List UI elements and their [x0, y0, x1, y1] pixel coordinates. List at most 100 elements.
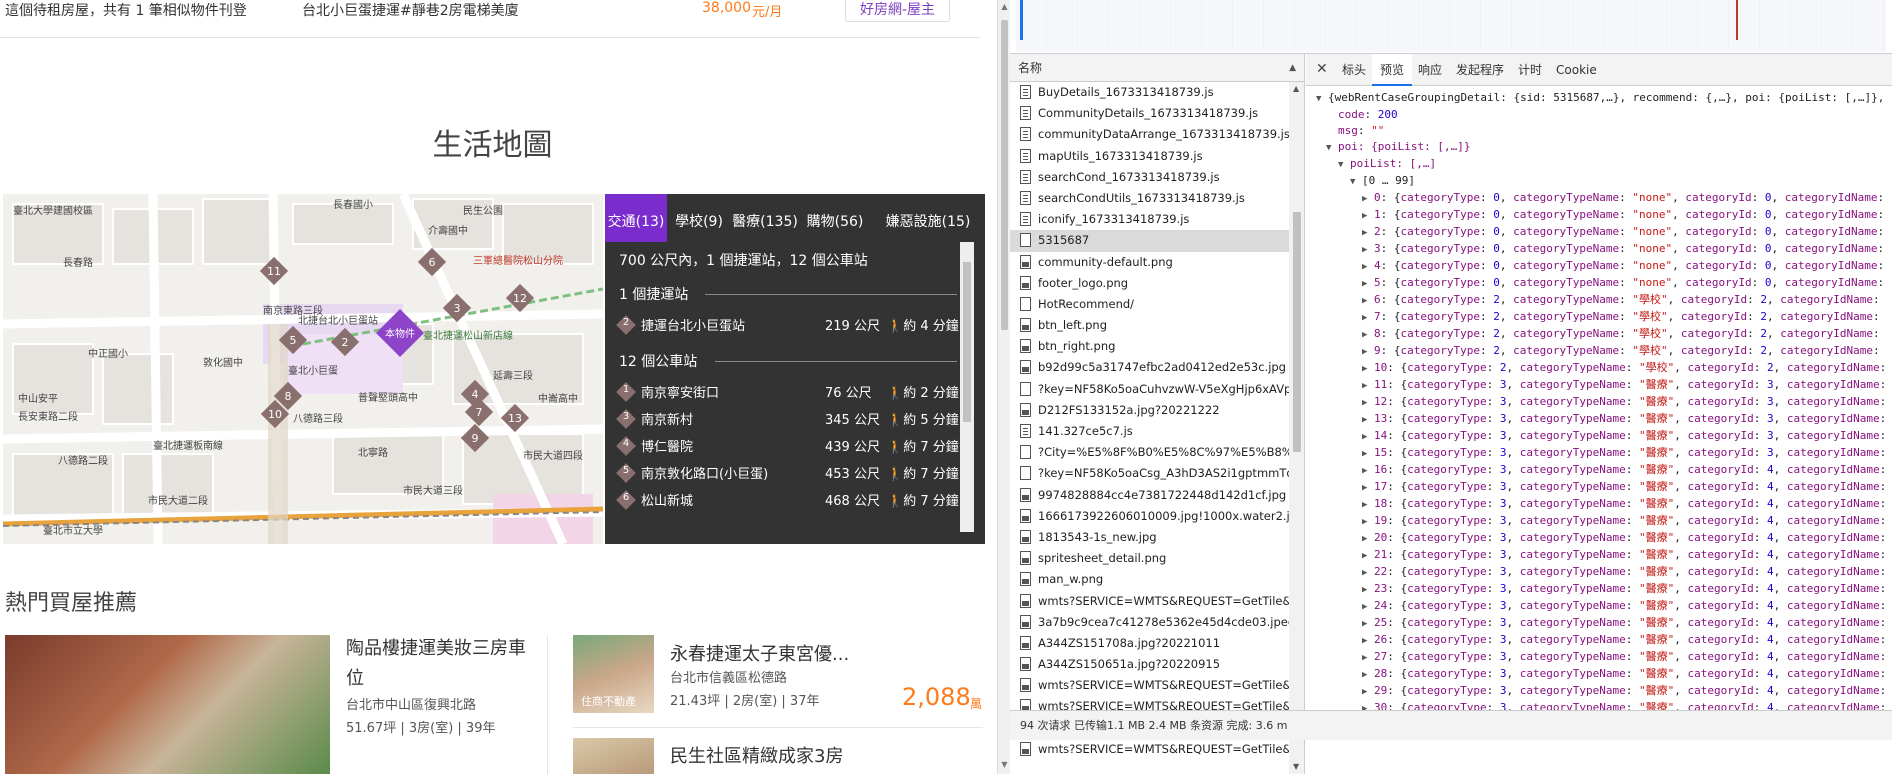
- json-item-line[interactable]: ▶ 14: {categoryType: 3, categoryTypeName…: [1306, 428, 1892, 445]
- json-item-line[interactable]: ▶ 0: {categoryType: 0, categoryTypeName:…: [1306, 190, 1892, 207]
- tab-shopping[interactable]: 購物(56): [805, 194, 865, 242]
- json-item-line[interactable]: ▶ 28: {categoryType: 3, categoryTypeName…: [1306, 666, 1892, 683]
- scroll-down-arrow-icon[interactable]: ▼: [1000, 760, 1009, 770]
- tab-nuisance[interactable]: 嫌惡設施(15): [871, 194, 985, 242]
- sort-up-icon[interactable]: ▲: [1289, 54, 1296, 82]
- json-item-line[interactable]: ▶ 18: {categoryType: 3, categoryTypeName…: [1306, 496, 1892, 513]
- tab-headers[interactable]: 标头: [1334, 54, 1374, 86]
- scroll-up-arrow-icon[interactable]: ▲: [1293, 84, 1299, 93]
- request-list-scrollbar[interactable]: ▲ ▼: [1289, 82, 1304, 774]
- json-item-line[interactable]: ▶ 4: {categoryType: 0, categoryTypeName:…: [1306, 258, 1892, 275]
- json-item-line[interactable]: ▶ 1: {categoryType: 0, categoryTypeName:…: [1306, 207, 1892, 224]
- request-row[interactable]: ?City=%E5%8F%B0%E5%8C%97%E5%B8%82&F: [1010, 442, 1304, 463]
- scrollbar-thumb[interactable]: [1293, 212, 1301, 452]
- request-row[interactable]: mapUtils_1673313418739.js: [1010, 146, 1304, 167]
- request-row[interactable]: footer_logo.png: [1010, 273, 1304, 294]
- card3-title[interactable]: 民生社區精緻成家3房: [670, 742, 843, 768]
- json-item-line[interactable]: ▶ 21: {categoryType: 3, categoryTypeName…: [1306, 547, 1892, 564]
- request-row[interactable]: 3a7b9c9cea7c41278e5362e45d4cde03.jpeg: [1010, 612, 1304, 633]
- json-item-line[interactable]: ▶ 29: {categoryType: 3, categoryTypeName…: [1306, 683, 1892, 700]
- request-row[interactable]: btn_right.png: [1010, 336, 1304, 357]
- request-row[interactable]: ?key=NF58Ko5oaCuhvzwW-V5eXgHjp6xAVpmT: [1010, 379, 1304, 400]
- tab-timing[interactable]: 计时: [1510, 54, 1550, 86]
- json-item-line[interactable]: ▶ 3: {categoryType: 0, categoryTypeName:…: [1306, 241, 1892, 258]
- request-row[interactable]: man_w.png: [1010, 569, 1304, 590]
- json-item-line[interactable]: ▶ 17: {categoryType: 3, categoryTypeName…: [1306, 479, 1892, 496]
- poi-row[interactable]: 4 博仁醫院 439 公尺 🚶約 7 分鐘: [616, 435, 959, 461]
- request-row[interactable]: spritesheet_detail.png: [1010, 548, 1304, 569]
- card2-title[interactable]: 永春捷運太子東宮優...: [670, 640, 849, 666]
- request-row[interactable]: 1666173922606010009.jpg!1000x.water2.jpg: [1010, 506, 1304, 527]
- request-row[interactable]: HotRecommend/: [1010, 294, 1304, 315]
- poi-row[interactable]: 3 南京新村 345 公尺 🚶約 5 分鐘: [616, 408, 959, 434]
- request-row[interactable]: searchCondUtils_1673313418739.js: [1010, 188, 1304, 209]
- poi-row[interactable]: 1 南京寧安街口 76 公尺 🚶約 2 分鐘: [616, 381, 959, 407]
- json-line[interactable]: ▼ poiList: [,…]: [1306, 156, 1892, 173]
- poi-row[interactable]: 5 南京敦化路口(小巨蛋) 453 公尺 🚶約 7 分鐘: [616, 462, 959, 488]
- request-row[interactable]: A344ZS151708a.jpg?20221011: [1010, 633, 1304, 654]
- json-item-line[interactable]: ▶ 26: {categoryType: 3, categoryTypeName…: [1306, 632, 1892, 649]
- request-row[interactable]: btn_left.png: [1010, 315, 1304, 336]
- json-item-line[interactable]: ▶ 9: {categoryType: 2, categoryTypeName:…: [1306, 343, 1892, 360]
- request-row[interactable]: 1813543-1s_new.jpg: [1010, 527, 1304, 548]
- close-icon[interactable]: ✕: [1316, 61, 1328, 77]
- request-list-header[interactable]: 名称 ▲: [1010, 54, 1304, 82]
- listing-title[interactable]: 台北小巨蛋捷運#靜巷2房電梯美廈: [302, 0, 519, 20]
- scroll-up-arrow-icon[interactable]: ▲: [1000, 2, 1009, 12]
- poi-row[interactable]: 6 松山新城 468 公尺 🚶約 7 分鐘: [616, 489, 959, 515]
- card1-title[interactable]: 陶品樓捷運美妝三房車位: [346, 634, 536, 694]
- request-row[interactable]: wmts?SERVICE=WMTS&REQUEST=GetTile&VER: [1010, 675, 1304, 696]
- json-item-line[interactable]: ▶ 22: {categoryType: 3, categoryTypeName…: [1306, 564, 1892, 581]
- request-row[interactable]: wmts?SERVICE=WMTS&REQUEST=GetTile&VER: [1010, 739, 1304, 760]
- json-item-line[interactable]: ▶ 13: {categoryType: 3, categoryTypeName…: [1306, 411, 1892, 428]
- json-item-line[interactable]: ▶ 7: {categoryType: 2, categoryTypeName:…: [1306, 309, 1892, 326]
- tab-preview[interactable]: 预览: [1372, 54, 1413, 86]
- json-item-line[interactable]: ▶ 23: {categoryType: 3, categoryTypeName…: [1306, 581, 1892, 598]
- json-item-line[interactable]: ▶ 8: {categoryType: 2, categoryTypeName:…: [1306, 326, 1892, 343]
- tab-transport[interactable]: 交通(13): [605, 194, 667, 242]
- json-line[interactable]: ▼ {webRentCaseGroupingDetail: {sid: 5315…: [1306, 90, 1892, 107]
- life-map[interactable]: 臺北大學建國校區 長春路 北捷台北小巨蛋站 中正國小 敦化國中 臺北小巨蛋 南京…: [3, 194, 603, 544]
- map-canvas[interactable]: 臺北大學建國校區 長春路 北捷台北小巨蛋站 中正國小 敦化國中 臺北小巨蛋 南京…: [3, 194, 603, 544]
- tab-initiator[interactable]: 发起程序: [1448, 54, 1512, 86]
- request-row[interactable]: BuyDetails_1673313418739.js: [1010, 82, 1304, 103]
- request-row[interactable]: CommunityDetails_1673313418739.js: [1010, 103, 1304, 124]
- card3-image[interactable]: [573, 738, 654, 774]
- poi-scrollbar[interactable]: [960, 242, 974, 532]
- json-item-line[interactable]: ▶ 5: {categoryType: 0, categoryTypeName:…: [1306, 275, 1892, 292]
- request-row[interactable]: searchCond_1673313418739.js: [1010, 167, 1304, 188]
- request-row[interactable]: iconify_1673313418739.js: [1010, 209, 1304, 230]
- scrollbar-thumb[interactable]: [963, 262, 971, 422]
- scrollbar-thumb[interactable]: [1001, 20, 1008, 330]
- json-item-line[interactable]: ▶ 10: {categoryType: 2, categoryTypeName…: [1306, 360, 1892, 377]
- poi-row[interactable]: 2 捷運台北小巨蛋站 219 公尺 🚶約 4 分鐘: [616, 314, 959, 340]
- json-item-line[interactable]: ▶ 15: {categoryType: 3, categoryTypeName…: [1306, 445, 1892, 462]
- source-badge[interactable]: 好房網-屋主: [845, 0, 951, 22]
- request-row[interactable]: ?key=NF58Ko5oaCsg_A3hD3AS2i1gptmmTdlZk: [1010, 463, 1304, 484]
- request-row[interactable]: D212FS133152a.jpg?20221222: [1010, 400, 1304, 421]
- network-overview[interactable]: [1010, 0, 1892, 54]
- page-scrollbar[interactable]: ▲ ▼: [997, 0, 1010, 774]
- request-row[interactable]: 5315687: [1010, 230, 1304, 252]
- request-row[interactable]: wmts?SERVICE=WMTS&REQUEST=GetTile&VER: [1010, 591, 1304, 612]
- card1-image[interactable]: [5, 635, 330, 774]
- json-item-line[interactable]: ▶ 6: {categoryType: 2, categoryTypeName:…: [1306, 292, 1892, 309]
- tab-cookie[interactable]: Cookie: [1548, 54, 1605, 86]
- json-item-line[interactable]: ▶ 24: {categoryType: 3, categoryTypeName…: [1306, 598, 1892, 615]
- request-row[interactable]: b92d99c5a31747efbc2ad0412ed2e53c.jpg: [1010, 357, 1304, 378]
- request-row[interactable]: communityDataArrange_1673313418739.js: [1010, 124, 1304, 145]
- tab-response[interactable]: 响应: [1410, 54, 1450, 86]
- json-item-line[interactable]: ▶ 20: {categoryType: 3, categoryTypeName…: [1306, 530, 1892, 547]
- json-line[interactable]: ▼ [0 … 99]: [1306, 173, 1892, 190]
- scroll-down-arrow-icon[interactable]: ▼: [1293, 762, 1299, 771]
- request-row[interactable]: 141.327ce5c7.js: [1010, 421, 1304, 442]
- request-row[interactable]: A344ZS150651a.jpg?20220915: [1010, 654, 1304, 675]
- json-item-line[interactable]: ▶ 2: {categoryType: 0, categoryTypeName:…: [1306, 224, 1892, 241]
- tab-medical[interactable]: 醫療(135): [731, 194, 799, 242]
- json-item-line[interactable]: ▶ 11: {categoryType: 3, categoryTypeName…: [1306, 377, 1892, 394]
- request-row[interactable]: community-default.png: [1010, 252, 1304, 273]
- json-line[interactable]: ▼ poi: {poiList: [,…]}: [1306, 139, 1892, 156]
- json-item-line[interactable]: ▶ 19: {categoryType: 3, categoryTypeName…: [1306, 513, 1892, 530]
- json-item-line[interactable]: ▶ 25: {categoryType: 3, categoryTypeName…: [1306, 615, 1892, 632]
- json-item-line[interactable]: ▶ 27: {categoryType: 3, categoryTypeName…: [1306, 649, 1892, 666]
